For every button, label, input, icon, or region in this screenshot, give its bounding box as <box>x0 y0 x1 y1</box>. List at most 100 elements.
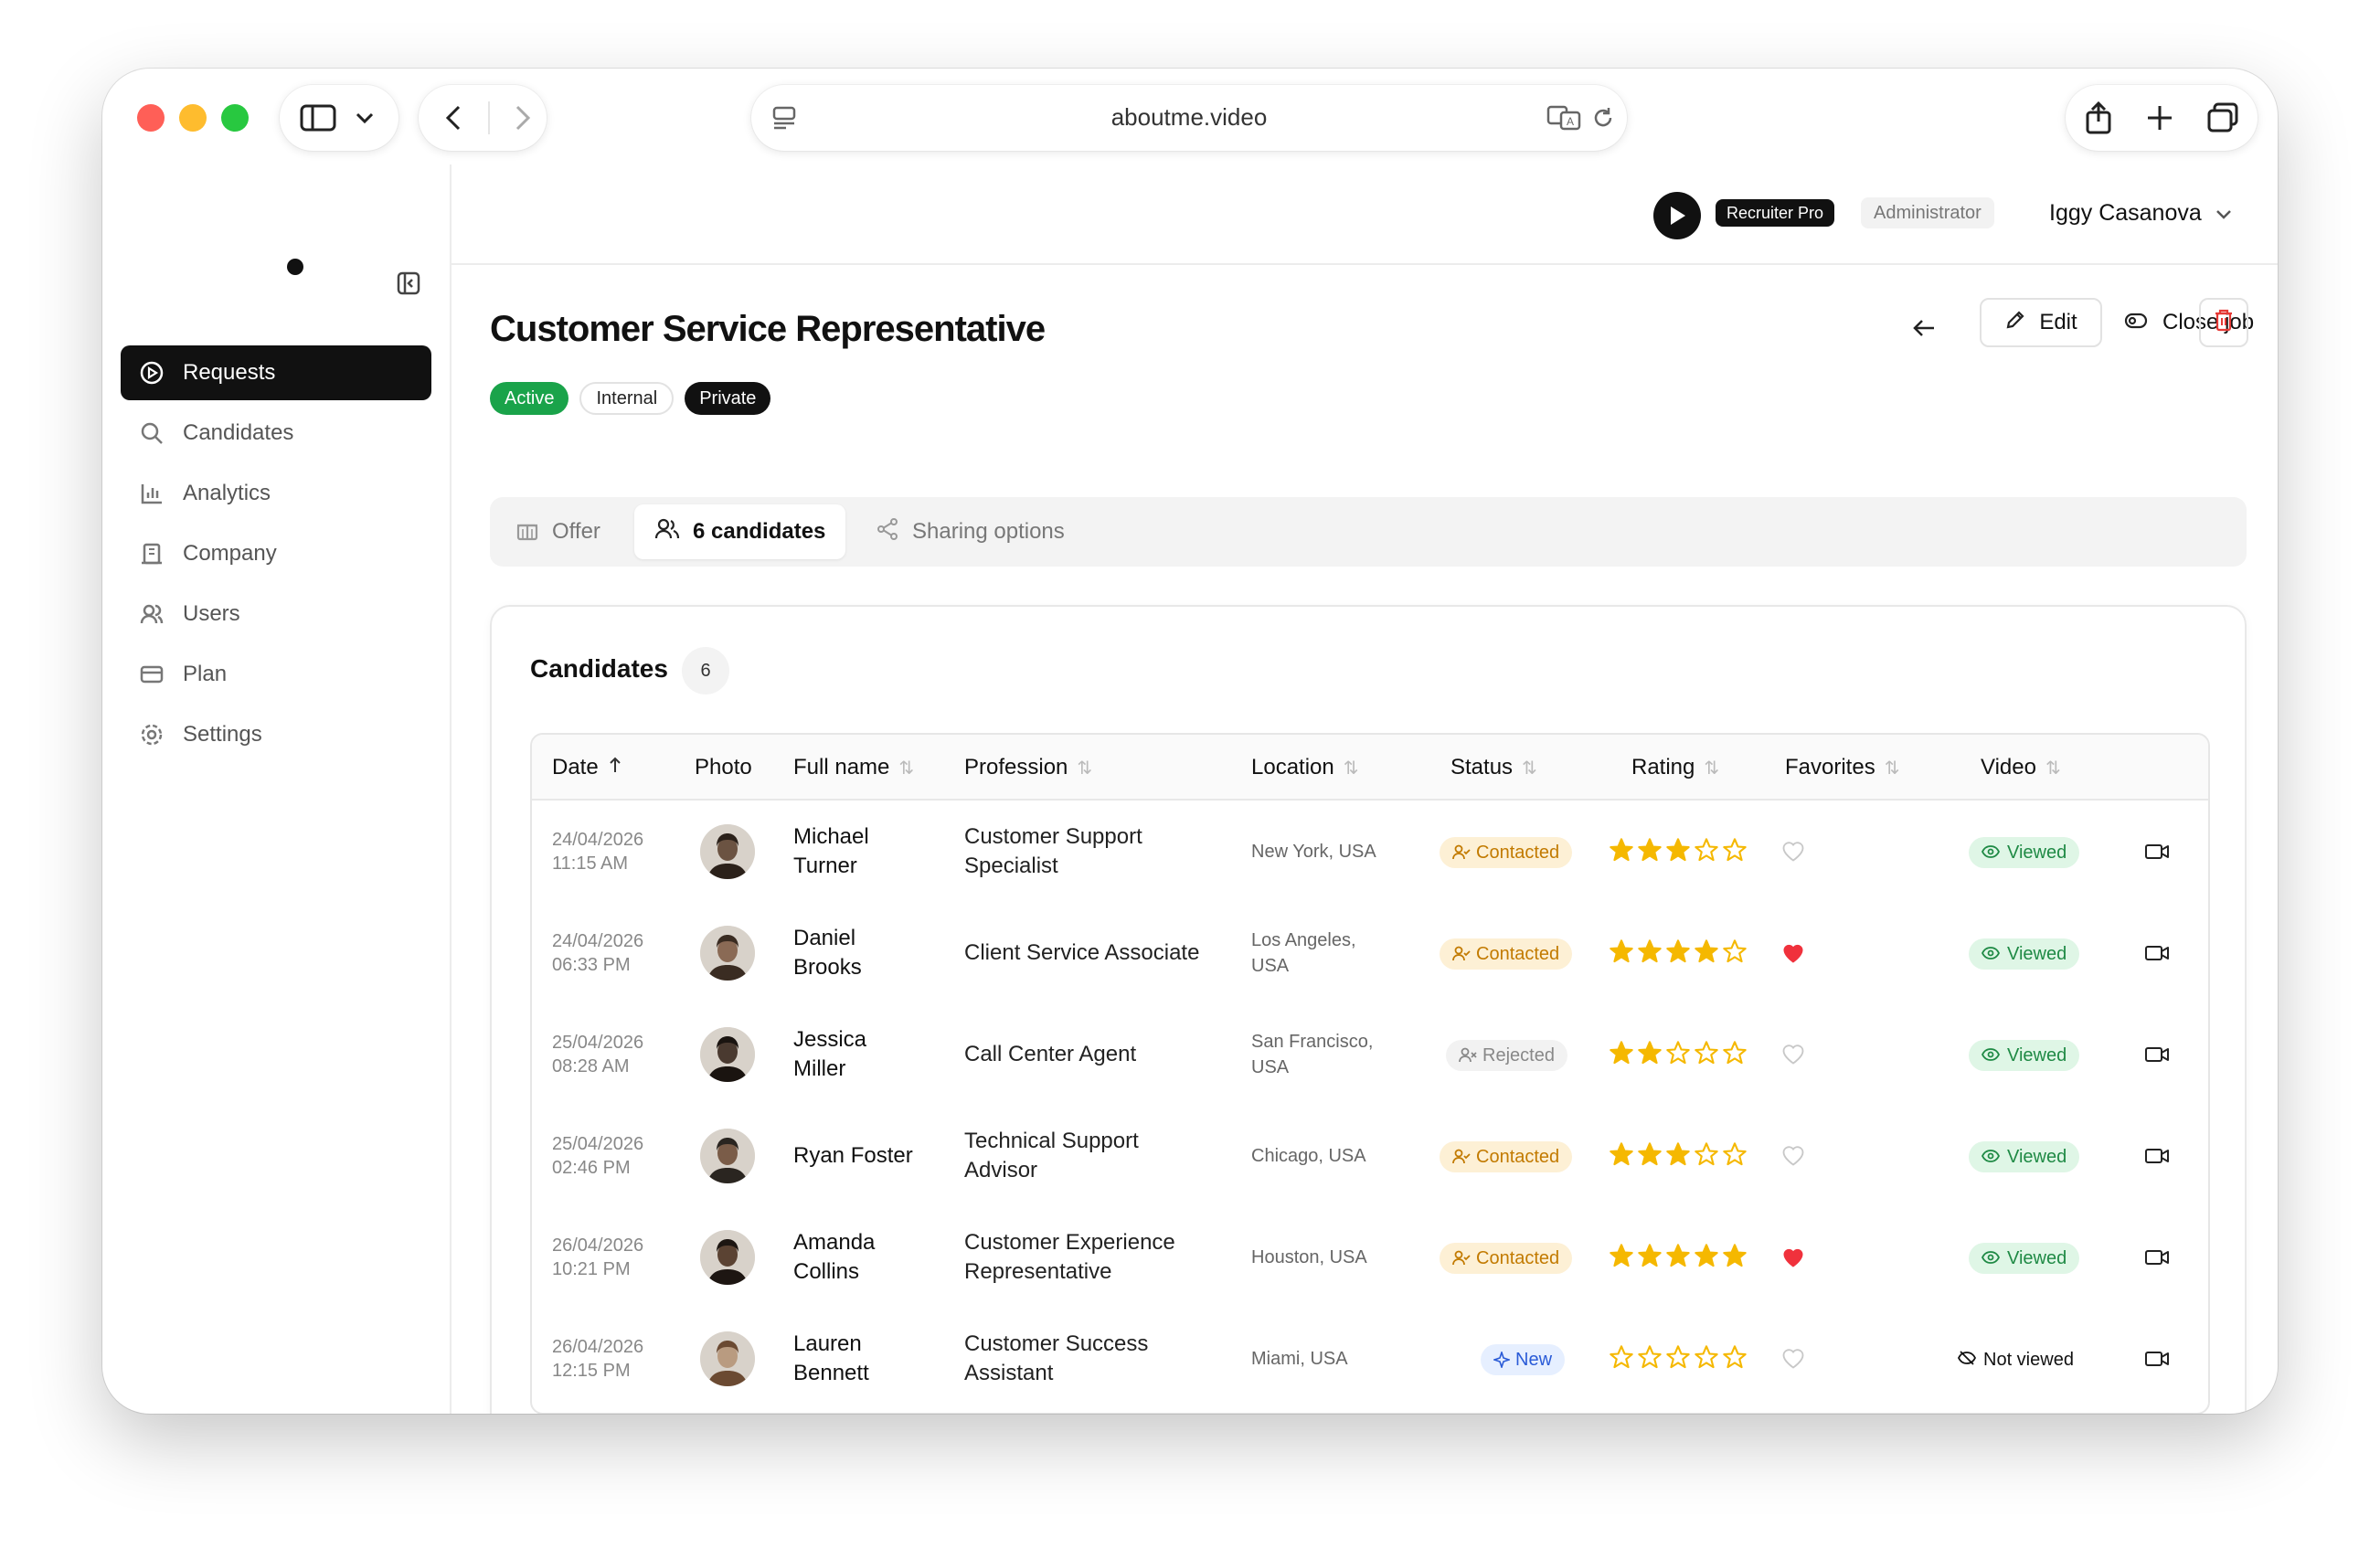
play-logo-icon[interactable] <box>1653 192 1701 239</box>
status-badge[interactable]: Rejected <box>1446 1040 1567 1071</box>
star-filled-icon[interactable] <box>1609 837 1634 867</box>
star-outline-icon[interactable] <box>1637 1344 1663 1374</box>
full-name-cell[interactable]: Amanda Collins <box>793 1228 875 1287</box>
star-filled-icon[interactable] <box>1609 938 1634 969</box>
star-outline-icon[interactable] <box>1722 837 1748 867</box>
video-status-badge[interactable]: Viewed <box>1969 1141 2080 1172</box>
tab-sharing-options[interactable]: Sharing options <box>855 504 1085 559</box>
full-name-cell[interactable]: Lauren Bennett <box>793 1330 869 1388</box>
star-filled-icon[interactable] <box>1609 1040 1634 1070</box>
avatar[interactable] <box>700 1129 755 1183</box>
address-bar[interactable]: aboutme.video A <box>751 85 1627 151</box>
full-name-cell[interactable]: Jessica Miller <box>793 1025 866 1084</box>
video-status-badge[interactable]: Viewed <box>1969 938 2080 970</box>
star-outline-icon[interactable] <box>1694 837 1719 867</box>
star-filled-icon[interactable] <box>1637 938 1663 969</box>
star-filled-icon[interactable] <box>1637 1141 1663 1172</box>
avatar[interactable] <box>700 824 755 879</box>
sidebar-item-settings[interactable]: Settings <box>121 707 431 762</box>
star-outline-icon[interactable] <box>1609 1344 1634 1374</box>
table-row[interactable]: 24/04/2026 11:15 AM Michael Turner Customer … <box>532 802 2208 904</box>
video-camera-icon[interactable] <box>2144 944 2170 967</box>
heart-outline-icon[interactable] <box>1780 1042 1806 1070</box>
table-row[interactable]: 24/04/2026 06:33 PM Daniel Brooks Client Ser… <box>532 904 2208 1005</box>
avatar[interactable] <box>700 1027 755 1082</box>
star-filled-icon[interactable] <box>1665 1243 1691 1273</box>
column-date[interactable]: Date <box>552 755 622 780</box>
star-outline-icon[interactable] <box>1722 1040 1748 1070</box>
star-filled-icon[interactable] <box>1637 1243 1663 1273</box>
star-filled-icon[interactable] <box>1694 1243 1719 1273</box>
star-filled-icon[interactable] <box>1665 938 1691 969</box>
heart-outline-icon[interactable] <box>1780 839 1806 867</box>
back-arrow-icon[interactable] <box>444 104 462 132</box>
tab-offer[interactable]: Offer <box>495 504 621 559</box>
column-full-name[interactable]: Full name ⇅ <box>793 755 914 780</box>
avatar[interactable] <box>700 1230 755 1285</box>
chevron-down-icon[interactable] <box>2215 208 2232 225</box>
forward-arrow-icon[interactable] <box>514 104 532 132</box>
star-outline-icon[interactable] <box>1665 1040 1691 1070</box>
heart-outline-icon[interactable] <box>1780 1143 1806 1172</box>
back-arrow-icon[interactable] <box>1912 318 1936 343</box>
close-window-button[interactable] <box>137 104 165 132</box>
table-row[interactable]: 25/04/2026 02:46 PM Ryan Foster Technical S… <box>532 1107 2208 1208</box>
chevron-down-icon[interactable] <box>355 111 375 124</box>
translate-icon[interactable]: A <box>1546 105 1581 135</box>
status-badge[interactable]: Contacted <box>1440 1141 1573 1172</box>
sidebar-item-users[interactable]: Users <box>121 587 431 641</box>
star-filled-icon[interactable] <box>1609 1243 1634 1273</box>
sidebar-item-analytics[interactable]: Analytics <box>121 466 431 521</box>
table-row[interactable]: 25/04/2026 08:28 AM Jessica Miller Call Cent… <box>532 1005 2208 1107</box>
new-tab-icon[interactable] <box>2146 104 2173 132</box>
status-badge[interactable]: New <box>1481 1344 1566 1375</box>
table-row[interactable]: 26/04/2026 12:15 PM Lauren Bennett Customer … <box>532 1309 2208 1411</box>
sidebar-item-requests[interactable]: Requests <box>121 345 431 400</box>
edit-button[interactable]: Edit <box>1980 298 2102 347</box>
minimize-window-button[interactable] <box>179 104 207 132</box>
star-filled-icon[interactable] <box>1637 837 1663 867</box>
video-status-badge[interactable]: Not viewed <box>1957 1344 2074 1375</box>
video-camera-icon[interactable] <box>2144 843 2170 865</box>
status-badge[interactable]: Contacted <box>1440 1243 1573 1274</box>
star-outline-icon[interactable] <box>1722 1344 1748 1374</box>
star-outline-icon[interactable] <box>1722 938 1748 969</box>
star-outline-icon[interactable] <box>1665 1344 1691 1374</box>
status-badge[interactable]: Contacted <box>1440 938 1573 970</box>
full-name-cell[interactable]: Michael Turner <box>793 822 869 881</box>
star-outline-icon[interactable] <box>1694 1040 1719 1070</box>
star-outline-icon[interactable] <box>1694 1141 1719 1172</box>
delete-button[interactable] <box>2199 298 2248 347</box>
video-status-badge[interactable]: Viewed <box>1969 1243 2080 1274</box>
tab-overview-icon[interactable] <box>2206 102 2239 133</box>
sidebar-layout-icon[interactable] <box>300 104 336 132</box>
star-filled-icon[interactable] <box>1637 1040 1663 1070</box>
tab-candidates[interactable]: 6 candidates <box>634 504 846 559</box>
user-name[interactable]: Iggy Casanova <box>2049 200 2202 227</box>
star-filled-icon[interactable] <box>1665 1141 1691 1172</box>
full-name-cell[interactable]: Daniel Brooks <box>793 924 862 982</box>
sidebar-item-candidates[interactable]: Candidates <box>121 406 431 461</box>
star-filled-icon[interactable] <box>1609 1141 1634 1172</box>
heart-outline-icon[interactable] <box>1780 1346 1806 1374</box>
collapse-sidebar-icon[interactable] <box>397 271 420 300</box>
column-status[interactable]: Status ⇅ <box>1450 755 1537 780</box>
column-favorites[interactable]: Favorites ⇅ <box>1785 755 1899 780</box>
video-status-badge[interactable]: Viewed <box>1969 1040 2080 1071</box>
heart-filled-icon[interactable] <box>1780 1245 1806 1273</box>
zoom-window-button[interactable] <box>221 104 249 132</box>
column-video[interactable]: Video ⇅ <box>1981 755 2061 780</box>
avatar[interactable] <box>700 1331 755 1386</box>
table-row[interactable]: 26/04/2026 10:21 PM Amanda Collins Customer … <box>532 1208 2208 1309</box>
video-camera-icon[interactable] <box>2144 1045 2170 1068</box>
star-outline-icon[interactable] <box>1722 1141 1748 1172</box>
full-name-cell[interactable]: Ryan Foster <box>793 1141 913 1171</box>
share-icon[interactable] <box>2084 101 2113 134</box>
column-rating[interactable]: Rating ⇅ <box>1631 755 1719 780</box>
heart-filled-icon[interactable] <box>1780 940 1806 969</box>
video-camera-icon[interactable] <box>2144 1350 2170 1373</box>
reload-icon[interactable] <box>1590 105 1616 135</box>
column-location[interactable]: Location ⇅ <box>1251 755 1359 780</box>
sidebar-item-company[interactable]: Company <box>121 526 431 581</box>
video-camera-icon[interactable] <box>2144 1248 2170 1271</box>
